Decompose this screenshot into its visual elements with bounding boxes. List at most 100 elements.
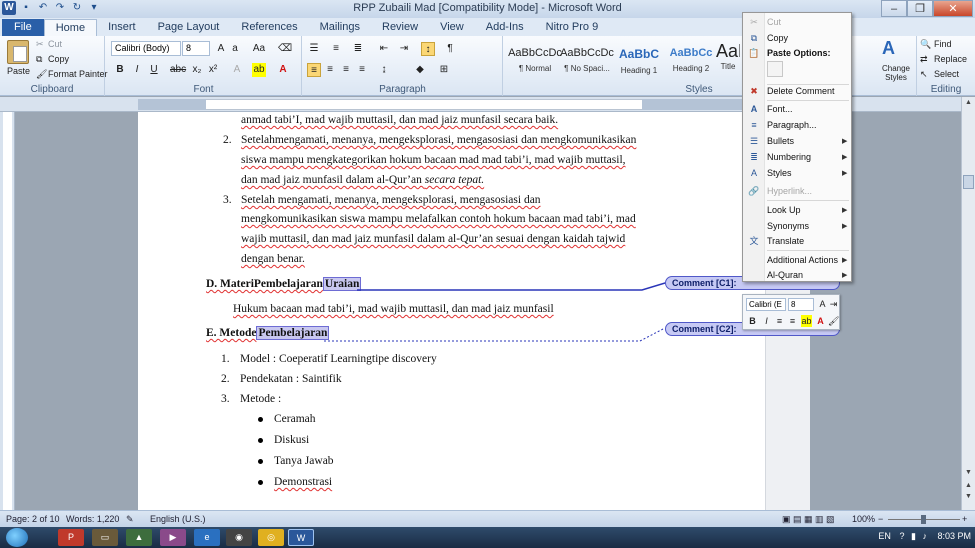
style-normal[interactable]: AaBbCcDc ¶ Normal bbox=[508, 39, 562, 79]
next-page-icon[interactable]: ▼ bbox=[963, 493, 974, 504]
tab-view[interactable]: View bbox=[429, 19, 475, 36]
tab-nitro-pro[interactable]: Nitro Pro 9 bbox=[535, 19, 610, 36]
mini-center-icon[interactable]: ≡ bbox=[774, 315, 785, 327]
scroll-down-icon[interactable]: ▼ bbox=[963, 469, 974, 480]
font-name-combo[interactable]: Calibri (Body) bbox=[111, 41, 181, 56]
menu-bullets[interactable]: Bullets bbox=[767, 136, 794, 146]
justify-icon[interactable]: ≡ bbox=[355, 63, 369, 77]
align-center-icon[interactable]: ≡ bbox=[323, 63, 337, 77]
show-hide-icon[interactable]: ¶ bbox=[443, 42, 457, 56]
scroll-thumb[interactable] bbox=[963, 175, 974, 189]
menu-additional-actions[interactable]: Additional Actions bbox=[767, 255, 838, 265]
help-icon[interactable]: ? bbox=[899, 531, 904, 541]
tab-home[interactable]: Home bbox=[43, 19, 98, 36]
document-page[interactable]: anmad tabi’I, mad wajib muttasil, dan ma… bbox=[138, 112, 810, 510]
mini-italic-icon[interactable]: I bbox=[761, 315, 772, 327]
underline-icon[interactable]: U bbox=[147, 63, 161, 77]
tab-review[interactable]: Review bbox=[371, 19, 429, 36]
start-button[interactable] bbox=[6, 528, 28, 547]
tab-page-layout[interactable]: Page Layout bbox=[147, 19, 231, 36]
language-status[interactable]: English (U.S.) bbox=[150, 514, 206, 524]
menu-numbering[interactable]: Numbering bbox=[767, 152, 811, 162]
menu-look-up[interactable]: Look Up bbox=[767, 205, 801, 215]
change-styles-button[interactable]: Change Styles bbox=[879, 64, 913, 82]
word-taskbar-icon[interactable]: W bbox=[288, 529, 314, 546]
menu-paragraph[interactable]: Paragraph... bbox=[767, 120, 817, 130]
select-button[interactable]: Select bbox=[934, 69, 959, 79]
scroll-up-icon[interactable]: ▲ bbox=[963, 99, 974, 110]
replace-icon[interactable]: ⇄ bbox=[920, 54, 928, 65]
multilevel-list-icon[interactable]: ≣ bbox=[351, 42, 365, 56]
italic-icon[interactable]: I bbox=[130, 63, 144, 77]
internet-explorer-icon[interactable]: e bbox=[194, 529, 220, 546]
sort-icon[interactable]: ↕ bbox=[421, 42, 435, 56]
replace-button[interactable]: Replace bbox=[934, 54, 967, 64]
highlight-icon[interactable]: ab bbox=[252, 63, 266, 77]
mini-highlight-icon[interactable]: ab bbox=[801, 315, 812, 327]
font-size-combo[interactable]: 8 bbox=[182, 41, 210, 56]
change-case-icon[interactable]: Aa bbox=[252, 42, 266, 56]
grow-font-icon[interactable]: A bbox=[214, 42, 228, 56]
find-button[interactable]: Find bbox=[934, 39, 952, 49]
view-buttons[interactable]: ▣ ▤ ▦ ▥ ▧ bbox=[782, 514, 835, 525]
tab-mailings[interactable]: Mailings bbox=[309, 19, 371, 36]
tab-insert[interactable]: Insert bbox=[97, 19, 147, 36]
menu-delete-comment[interactable]: Delete Comment bbox=[767, 86, 835, 96]
paste-keep-text-only-button[interactable] bbox=[767, 61, 783, 77]
zoom-out-icon[interactable]: − bbox=[878, 514, 883, 524]
tab-add-ins[interactable]: Add-Ins bbox=[475, 19, 535, 36]
scissors-icon[interactable]: ✂ bbox=[36, 39, 44, 50]
menu-cut[interactable]: Cut bbox=[767, 17, 781, 27]
pdf-app-icon[interactable]: P bbox=[58, 529, 84, 546]
paste-button[interactable]: Paste bbox=[7, 66, 30, 76]
menu-styles[interactable]: Styles bbox=[767, 168, 792, 178]
vertical-scrollbar[interactable]: ▲ ▼ ▲ ▼ bbox=[961, 97, 975, 510]
paste-icon[interactable] bbox=[7, 40, 29, 64]
align-right-icon[interactable]: ≡ bbox=[339, 63, 353, 77]
align-left-icon[interactable]: ≡ bbox=[307, 63, 321, 77]
volume-icon[interactable]: ♪ bbox=[922, 531, 927, 541]
menu-font[interactable]: Font... bbox=[767, 104, 793, 114]
tab-references[interactable]: References bbox=[230, 19, 308, 36]
zoom-level[interactable]: 100% bbox=[852, 514, 875, 524]
menu-translate[interactable]: Translate bbox=[767, 236, 804, 246]
clear-formatting-icon[interactable]: ⌫ bbox=[278, 42, 292, 56]
bold-icon[interactable]: B bbox=[113, 63, 127, 77]
change-styles-icon[interactable]: A bbox=[882, 38, 895, 59]
menu-hyperlink[interactable]: Hyperlink... bbox=[767, 186, 812, 196]
font-color-icon[interactable]: A bbox=[276, 63, 290, 77]
style-title[interactable]: AaB Title bbox=[716, 39, 740, 79]
app-icon-dark[interactable]: ◉ bbox=[226, 529, 252, 546]
select-icon[interactable]: ↖ bbox=[920, 69, 928, 80]
mini-font-color-icon[interactable]: A bbox=[815, 315, 826, 327]
find-icon[interactable]: 🔍 bbox=[920, 39, 931, 50]
chrome-icon[interactable]: ◎ bbox=[258, 529, 284, 546]
decrease-indent-icon[interactable]: ⇤ bbox=[377, 42, 391, 56]
previous-page-icon[interactable]: ▲ bbox=[963, 482, 974, 493]
text-effects-icon[interactable]: A bbox=[230, 63, 244, 77]
mini-bold-icon[interactable]: B bbox=[747, 315, 758, 327]
folder-icon[interactable]: ▭ bbox=[92, 529, 118, 546]
mini-grow-font-icon[interactable]: A bbox=[817, 298, 828, 310]
copy-button[interactable]: Copy bbox=[48, 54, 69, 64]
increase-indent-icon[interactable]: ⇥ bbox=[397, 42, 411, 56]
strikethrough-icon[interactable]: abc bbox=[170, 63, 186, 77]
style-heading-2[interactable]: AaBbCc Heading 2 bbox=[664, 39, 718, 79]
clock[interactable]: 8:03 PM bbox=[937, 531, 971, 541]
copy-icon[interactable]: ⧉ bbox=[36, 54, 42, 65]
bullets-icon[interactable]: ☰ bbox=[307, 42, 321, 56]
cut-button[interactable]: Cut bbox=[48, 39, 62, 49]
mini-indent-icon[interactable]: ⇥ bbox=[828, 298, 839, 310]
borders-icon[interactable]: ⊞ bbox=[437, 63, 451, 77]
network-icon[interactable]: ▮ bbox=[911, 531, 916, 541]
mini-format-painter-icon[interactable]: 🖌 bbox=[828, 315, 839, 327]
zoom-in-icon[interactable]: + bbox=[962, 514, 967, 524]
shrink-font-icon[interactable]: a bbox=[228, 42, 242, 56]
zoom-slider-thumb[interactable] bbox=[921, 515, 926, 524]
word-count[interactable]: Words: 1,220 bbox=[66, 514, 119, 524]
restore-button[interactable]: ❐ bbox=[907, 0, 933, 17]
close-button[interactable]: ✕ bbox=[933, 0, 973, 17]
mini-justify-icon[interactable]: ≡ bbox=[787, 315, 798, 327]
menu-copy[interactable]: Copy bbox=[767, 33, 788, 43]
minimize-button[interactable]: – bbox=[881, 0, 907, 17]
